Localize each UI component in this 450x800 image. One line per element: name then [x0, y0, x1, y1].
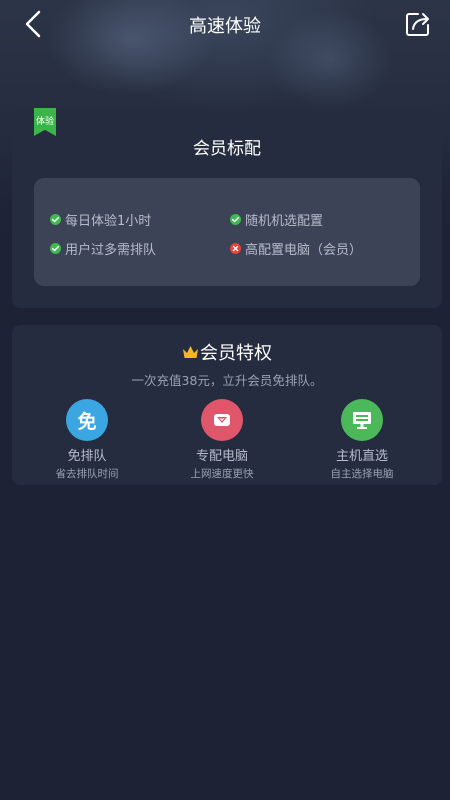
back-button[interactable] — [18, 8, 48, 40]
feature-item: 高配置电脑（会员） — [230, 239, 362, 258]
page-title: 高速体验 — [189, 16, 261, 37]
feature-label: 每日体验1小时 — [65, 214, 152, 229]
chevron-left-icon — [25, 10, 41, 38]
feature-label: 用户过多需排队 — [65, 243, 157, 258]
check-icon — [50, 243, 61, 254]
perk-desc: 省去排队时间 — [55, 468, 119, 480]
standard-card-title: 会员标配 — [193, 139, 261, 159]
monitor-icon — [341, 399, 383, 441]
vip-title: 会员特权 — [200, 343, 272, 364]
perk-label: 专配电脑 — [195, 449, 248, 464]
feature-item: 每日体验1小时 — [50, 210, 151, 229]
perk-host-select[interactable]: 主机直选 自主选择电脑 — [297, 399, 427, 481]
perk-no-queue[interactable]: 免 免排队 省去排队时间 — [22, 399, 152, 481]
feature-list: 每日体验1小时 随机机选配置 用户过多需排队 高配置电脑（会员） — [34, 178, 420, 286]
diamond-icon — [201, 399, 243, 441]
no-queue-icon: 免 — [66, 399, 108, 441]
cross-icon — [230, 243, 241, 254]
standard-card: 体验 会员标配 每日体验1小时 随机机选配置 用户过多需排队 高配置电脑（会员） — [12, 108, 442, 308]
perk-label: 主机直选 — [335, 449, 388, 464]
feature-item: 用户过多需排队 — [50, 239, 156, 258]
crown-icon — [183, 346, 198, 358]
share-button[interactable] — [404, 10, 432, 38]
check-icon — [230, 214, 241, 225]
perk-desc: 自主选择电脑 — [330, 468, 394, 480]
feature-label: 高配置电脑（会员） — [245, 243, 363, 258]
perk-desc: 上网速度更快 — [190, 468, 254, 480]
share-icon — [406, 13, 429, 36]
perk-label: 免排队 — [67, 449, 107, 464]
feature-label: 随机机选配置 — [245, 214, 324, 229]
perk-dedicated-pc[interactable]: 专配电脑 上网速度更快 — [157, 399, 287, 481]
feature-item: 随机机选配置 — [230, 210, 323, 229]
vip-title-row: 会员特权 — [12, 339, 442, 365]
trial-badge: 体验 — [34, 108, 56, 136]
navigation-bar: 高速体验 — [0, 0, 450, 50]
check-icon — [50, 214, 61, 225]
vip-card: 会员特权 一次充值38元，立升会员免排队。 免 免排队 省去排队时间 专配电脑 … — [12, 325, 442, 485]
vip-subtitle: 一次充值38元，立升会员免排队。 — [131, 373, 323, 388]
